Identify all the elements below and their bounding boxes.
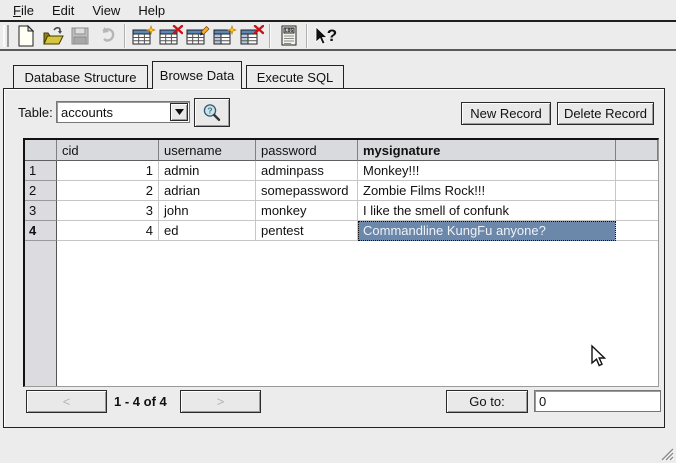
cell-cid[interactable]: 3 [57, 201, 159, 221]
column-header-password[interactable]: password [256, 140, 358, 161]
delete-table-icon [159, 25, 183, 46]
save-database-button[interactable] [66, 23, 93, 49]
revert-changes-button[interactable] [93, 23, 120, 49]
row-header[interactable]: 1 [25, 161, 57, 181]
tab-database-structure[interactable]: Database Structure [13, 65, 148, 89]
modify-table-button[interactable] [184, 23, 211, 49]
whats-this-button[interactable]: ? [312, 23, 339, 49]
cell-password[interactable]: somepassword [256, 181, 358, 201]
chevron-down-icon[interactable] [170, 103, 188, 121]
column-header-mysignature[interactable]: mysignature [358, 140, 616, 161]
tab-browse-data[interactable]: Browse Data [152, 61, 242, 89]
goto-record-input[interactable] [534, 390, 661, 412]
toolbar-separator [124, 24, 126, 48]
menu-bar: File Edit View Help [0, 0, 676, 22]
log-button[interactable]: LOG [275, 23, 302, 49]
record-range-text: 1 - 4 of 4 [114, 394, 167, 409]
open-database-icon [42, 25, 64, 47]
create-index-button[interactable] [211, 23, 238, 49]
new-database-button[interactable] [12, 23, 39, 49]
data-grid: cid username password mysignature 1 1 ad… [23, 138, 659, 387]
row-filler [616, 161, 658, 181]
create-table-icon [132, 25, 156, 46]
cell-password[interactable]: monkey [256, 201, 358, 221]
table-select-value: accounts [57, 105, 170, 120]
create-table-button[interactable] [130, 23, 157, 49]
toolbar-separator [269, 24, 271, 48]
grid-header-filler [616, 140, 658, 161]
column-header-username[interactable]: username [159, 140, 256, 161]
cell-mysignature-selected[interactable]: Commandline KungFu anyone? [358, 221, 616, 241]
row-filler [616, 221, 658, 241]
delete-index-icon [240, 25, 264, 46]
row-header[interactable]: 3 [25, 201, 57, 221]
tab-execute-sql[interactable]: Execute SQL [246, 65, 344, 89]
svg-text:LOG: LOG [284, 28, 293, 34]
cell-mysignature[interactable]: Monkey!!! [358, 161, 616, 181]
grid-gutter-filler [25, 241, 57, 386]
menu-file-mnemonic: F [13, 3, 21, 18]
svg-text:?: ? [207, 105, 212, 115]
toolbar: LOG ? [0, 22, 676, 51]
toolbar-separator [306, 24, 308, 48]
log-icon: LOG [280, 25, 298, 46]
cell-username[interactable]: ed [159, 221, 256, 241]
whats-this-icon: ? [313, 25, 339, 47]
column-header-cid[interactable]: cid [57, 140, 159, 161]
cell-username[interactable]: admin [159, 161, 256, 181]
delete-index-button[interactable] [238, 23, 265, 49]
menu-edit[interactable]: Edit [43, 1, 83, 20]
table-label: Table: [18, 105, 53, 120]
table-select[interactable]: accounts [56, 101, 190, 123]
cell-cid[interactable]: 1 [57, 161, 159, 181]
new-database-icon [16, 25, 36, 47]
new-record-button[interactable]: New Record [461, 102, 551, 125]
next-page-button[interactable]: > [180, 390, 261, 413]
grid-body-filler [57, 241, 658, 386]
modify-table-icon [186, 25, 210, 46]
cell-cid[interactable]: 4 [57, 221, 159, 241]
menu-file-rest: ile [21, 3, 34, 18]
create-index-icon [213, 25, 237, 46]
row-header-current[interactable]: 4 [25, 221, 57, 241]
sqlite-database-browser-window: { "menu_bar": { "file": { "mnemonic": "F… [0, 0, 676, 463]
grid-corner [25, 140, 57, 161]
cell-password[interactable]: pentest [256, 221, 358, 241]
row-filler [616, 201, 658, 221]
open-database-button[interactable] [39, 23, 66, 49]
menu-file[interactable]: File [4, 1, 43, 20]
toolbar-handle[interactable] [3, 25, 9, 47]
save-database-icon [70, 26, 90, 46]
cell-cid[interactable]: 2 [57, 181, 159, 201]
search-button[interactable]: ? [194, 98, 230, 127]
svg-text:?: ? [326, 26, 336, 45]
menu-help[interactable]: Help [129, 1, 174, 20]
delete-record-button[interactable]: Delete Record [557, 102, 654, 125]
delete-table-button[interactable] [157, 23, 184, 49]
menu-view[interactable]: View [83, 1, 129, 20]
resize-grip[interactable] [659, 446, 674, 461]
cell-username[interactable]: adrian [159, 181, 256, 201]
row-header[interactable]: 2 [25, 181, 57, 201]
revert-changes-icon [96, 26, 118, 46]
row-filler [616, 181, 658, 201]
cell-password[interactable]: adminpass [256, 161, 358, 181]
cell-username[interactable]: john [159, 201, 256, 221]
cell-mysignature[interactable]: Zombie Films Rock!!! [358, 181, 616, 201]
search-icon: ? [202, 103, 222, 123]
prev-page-button[interactable]: < [26, 390, 107, 413]
browse-data-panel: Table: accounts ? New Record Delete Reco… [3, 88, 665, 428]
cell-mysignature[interactable]: I like the smell of confunk [358, 201, 616, 221]
goto-button[interactable]: Go to: [446, 390, 528, 413]
